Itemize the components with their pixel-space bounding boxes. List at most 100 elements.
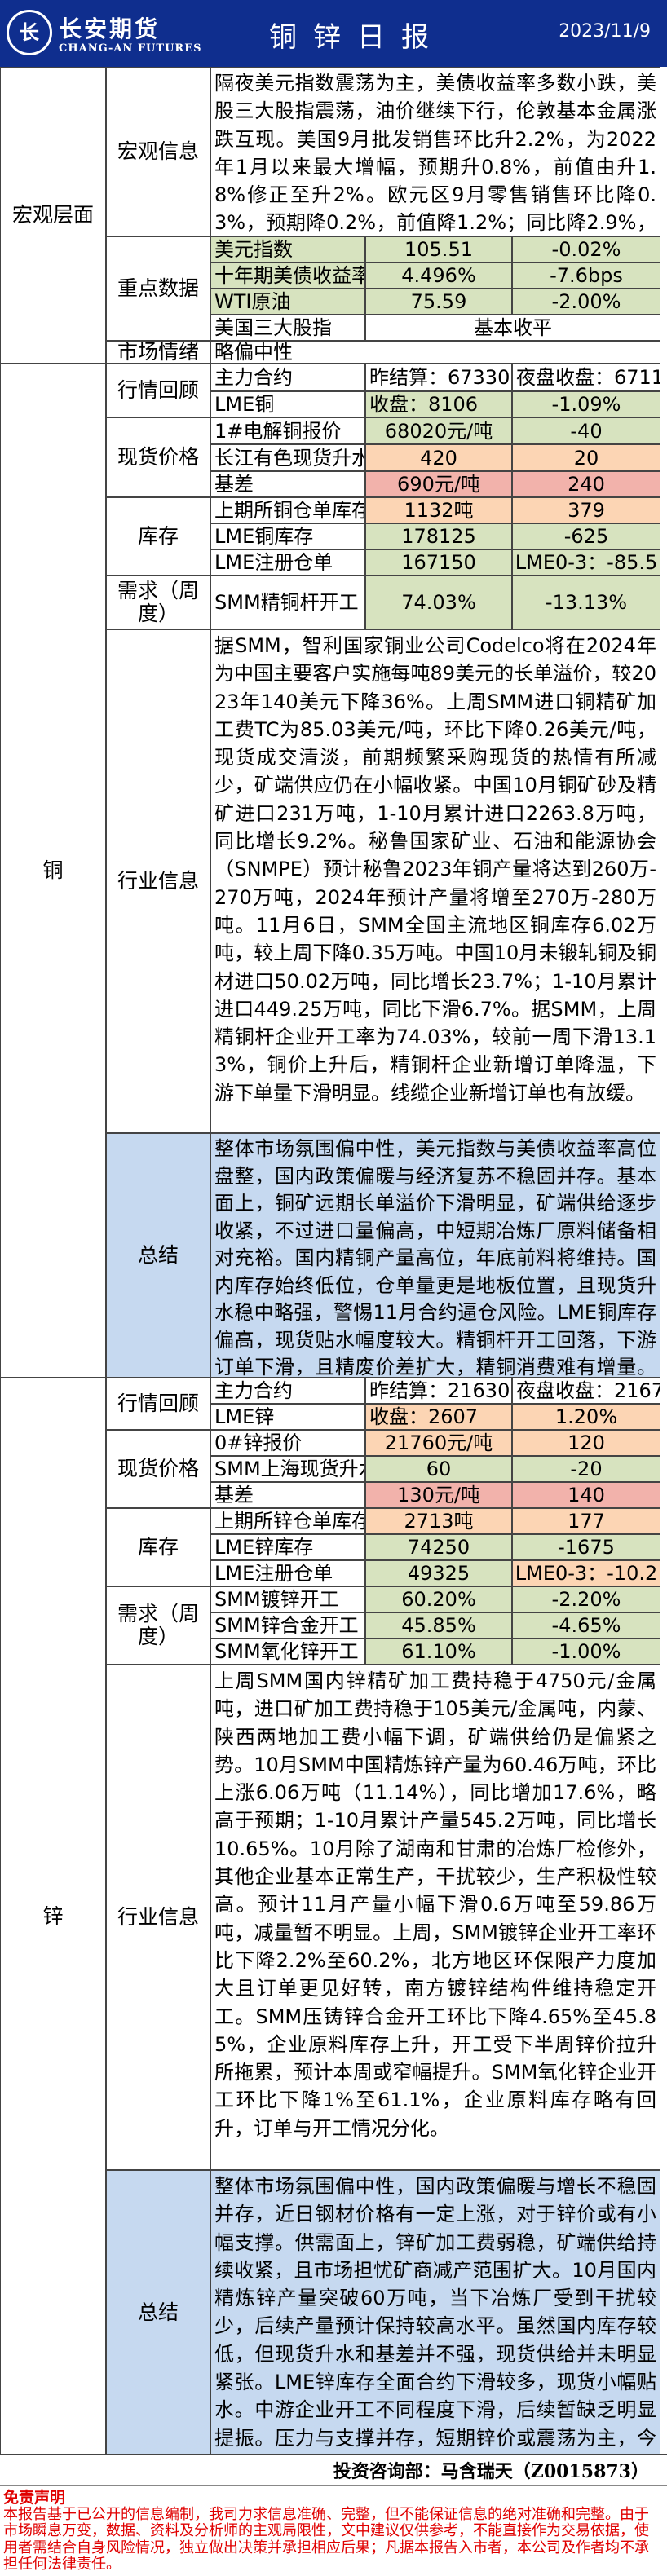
zn-inv-change: -1675 xyxy=(512,1534,660,1560)
zn-demand-change: -4.65% xyxy=(512,1612,660,1639)
section-macro: 宏观层面 xyxy=(0,67,106,364)
zn-spot-value: 21760元/吨 xyxy=(365,1430,512,1456)
macro-info-text: 隔夜美元指数震荡为主，美债收益率多数小跌，美股三大股指震荡，油价继续下行，伦敦基… xyxy=(210,67,660,236)
cu-spot-change: -40 xyxy=(512,417,660,444)
zn-summary-text: 整体市场氛围偏中性，国内政策偏暖与增长不稳固并存，近日钢材价格有一定上涨，对于锌… xyxy=(210,2170,660,2455)
key-row-value: 105.51 xyxy=(365,236,512,262)
cu-lme-change: -1.09% xyxy=(512,391,660,417)
zn-inv-name: LME锌库存 xyxy=(210,1534,365,1560)
zn-summary-label: 总结 xyxy=(106,2170,210,2455)
zn-demand-label: 需求（周度） xyxy=(106,1586,210,1665)
cu-inv-change: 379 xyxy=(512,497,660,523)
zn-spot-label: 现货价格 xyxy=(106,1430,210,1508)
cu-market-label: 行情回顾 xyxy=(106,364,210,417)
zn-inv-name: LME注册仓单 xyxy=(210,1560,365,1586)
zn-spot-change: 120 xyxy=(512,1430,660,1456)
zn-industry-label: 行业信息 xyxy=(106,1665,210,2170)
cu-summary-text: 整体市场氛围偏中性，美元指数与美债收益率高位盘整，国内政策偏暖与经济复苏不稳固并… xyxy=(210,1133,660,1378)
key-data-label: 重点数据 xyxy=(106,236,210,341)
key-row-name: 美国三大股指 xyxy=(210,315,365,341)
key-row-name: 十年期美债收益率 xyxy=(210,262,365,289)
zn-inv-change: LME0-3：-10.2 xyxy=(512,1560,660,1586)
key-row-value: 4.496% xyxy=(365,262,512,289)
cu-inv-change: LME0-3：-85.5 xyxy=(512,549,660,576)
sentiment-value: 略偏中性 xyxy=(210,341,660,364)
cu-spot-value: 420 xyxy=(365,444,512,471)
cu-lme-name: LME铜 xyxy=(210,391,365,417)
zn-demand-change: -1.00% xyxy=(512,1639,660,1665)
report-table: 宏观层面 宏观信息 隔夜美元指数震荡为主，美债收益率多数小跌，美股三大股指震荡，… xyxy=(0,67,667,2455)
zn-demand-value: 61.10% xyxy=(365,1639,512,1665)
cu-demand-value: 74.03% xyxy=(365,576,512,629)
author-credit: 投资咨询部：马含瑞天（Z0015873） xyxy=(333,2461,649,2482)
cu-spot-name: 1#电解铜报价 xyxy=(210,417,365,444)
zn-spot-name: 基差 xyxy=(210,1482,365,1508)
zn-lme-change: 1.20% xyxy=(512,1404,660,1430)
cu-demand-label: 需求（周度） xyxy=(106,576,210,629)
key-row-value: 基本收平 xyxy=(365,315,660,341)
zn-industry-text: 上周SMM国内锌精矿加工费持稳于4750元/金属吨，进口矿加工费持稳于105美元… xyxy=(210,1665,660,2170)
zn-demand-value: 60.20% xyxy=(365,1586,512,1612)
zn-market-label: 行情回顾 xyxy=(106,1378,210,1430)
brand-name-cn: 长安期货 xyxy=(59,15,161,42)
key-row-change: -0.02% xyxy=(512,236,660,262)
section-copper: 铜 xyxy=(0,364,106,1378)
disclaimer-title: 免责声明 xyxy=(3,2489,66,2507)
disclaimer-text: 本报告基于已公开的信息编制，我司力求信息准确、完整，但不能保证信息的绝对准确和完… xyxy=(3,2505,649,2573)
zn-demand-name: SMM氧化锌开工 xyxy=(210,1639,365,1665)
zn-demand-name: SMM镀锌开工 xyxy=(210,1586,365,1612)
key-row-name: 美元指数 xyxy=(210,236,365,262)
zn-inv-value: 74250 xyxy=(365,1534,512,1560)
key-row-value: 75.59 xyxy=(365,289,512,315)
cu-spot-value: 68020元/吨 xyxy=(365,417,512,444)
section-zinc: 锌 xyxy=(0,1378,106,2455)
zn-demand-change: -2.20% xyxy=(512,1586,660,1612)
zn-demand-value: 45.85% xyxy=(365,1612,512,1639)
zn-inv-name: 上期所锌仓单库存 xyxy=(210,1508,365,1534)
cu-industry-label: 行业信息 xyxy=(106,629,210,1133)
cu-summary-label: 总结 xyxy=(106,1133,210,1378)
zn-inv-change: 177 xyxy=(512,1508,660,1534)
cu-inv-value: 178125 xyxy=(365,523,512,549)
footer-divider xyxy=(0,2454,667,2455)
macro-info-label: 宏观信息 xyxy=(106,67,210,236)
key-row-name: WTI原油 xyxy=(210,289,365,315)
cu-demand-change: -13.13% xyxy=(512,576,660,629)
cu-prev-settle: 昨结算：67330 xyxy=(365,364,512,391)
cu-demand-name: SMM精铜杆开工 xyxy=(210,576,365,629)
sentiment-label: 市场情绪 xyxy=(106,341,210,364)
zn-inv-value: 49325 xyxy=(365,1560,512,1586)
zn-spot-name: SMM上海现货升水 xyxy=(210,1456,365,1482)
zn-inv-value: 2713吨 xyxy=(365,1508,512,1534)
zn-spot-change: 140 xyxy=(512,1482,660,1508)
logo-emblem: 长 xyxy=(7,10,52,55)
cu-inv-name: LME铜库存 xyxy=(210,523,365,549)
company-logo: 长 长安期货 CHANG-AN FUTURES xyxy=(7,7,201,59)
zn-lme-name: LME锌 xyxy=(210,1404,365,1430)
zn-lme-close: 收盘：2607 xyxy=(365,1404,512,1430)
cu-spot-change: 20 xyxy=(512,444,660,471)
cu-inv-name: 上期所铜仓单库存 xyxy=(210,497,365,523)
report-date: 2023/11/9 xyxy=(559,21,651,42)
zn-spot-change: -20 xyxy=(512,1456,660,1482)
zn-spot-name: 0#锌报价 xyxy=(210,1430,365,1456)
cu-industry-text: 据SMM，智利国家铜业公司Codelco将在2024年为中国主要客户实施每吨89… xyxy=(210,629,660,1133)
zn-main-contract: 主力合约 xyxy=(210,1378,365,1404)
cu-inv-value: 167150 xyxy=(365,549,512,576)
cu-inv-change: -625 xyxy=(512,523,660,549)
cu-spot-value: 690元/吨 xyxy=(365,471,512,497)
zn-night-close: 夜盘收盘：21675 xyxy=(512,1378,660,1404)
cu-spot-name: 基差 xyxy=(210,471,365,497)
cu-spot-label: 现货价格 xyxy=(106,417,210,497)
cu-main-contract: 主力合约 xyxy=(210,364,365,391)
footer-divider xyxy=(0,2485,667,2486)
zn-prev-settle: 昨结算：21630 xyxy=(365,1378,512,1404)
zn-spot-value: 130元/吨 xyxy=(365,1482,512,1508)
cu-lme-close: 收盘：8106 xyxy=(365,391,512,417)
brand-name-en: CHANG-AN FUTURES xyxy=(59,42,202,55)
cu-inv-value: 1132吨 xyxy=(365,497,512,523)
cu-inventory-label: 库存 xyxy=(106,497,210,576)
key-row-change: -2.00% xyxy=(512,289,660,315)
cu-inv-name: LME注册仓单 xyxy=(210,549,365,576)
cu-spot-name: 长江有色现货升水 xyxy=(210,444,365,471)
